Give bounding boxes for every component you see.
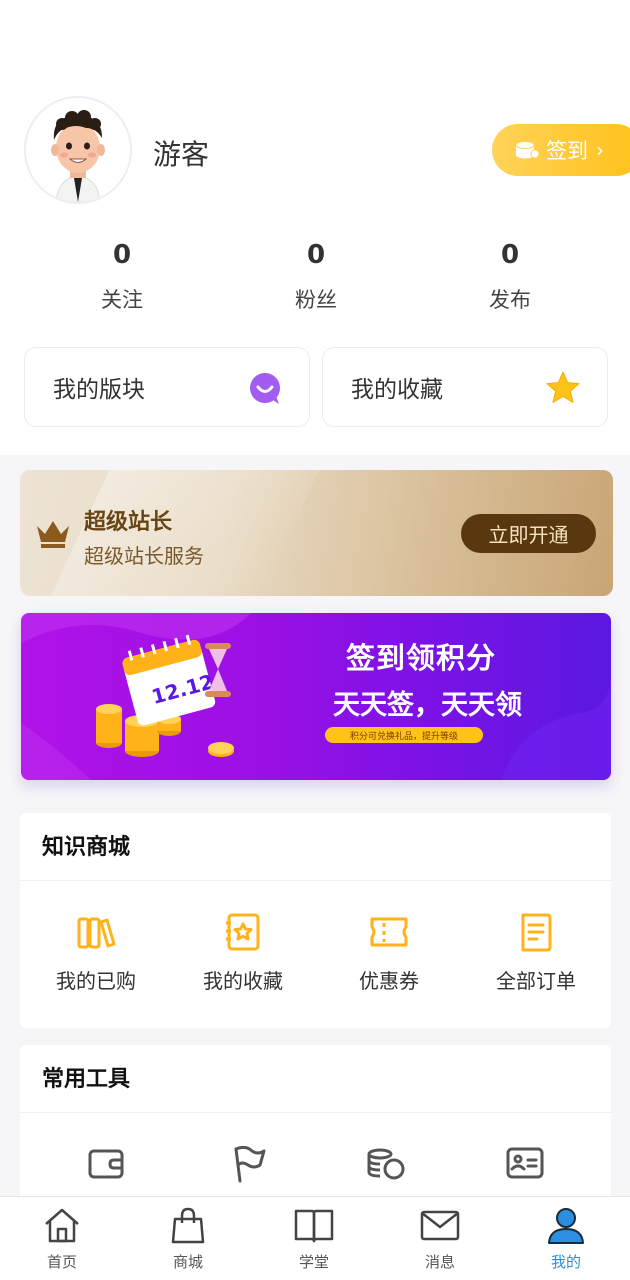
- avatar-illustration: [26, 98, 130, 202]
- signin-label: 签到: [546, 139, 588, 163]
- order-list-icon: [521, 913, 552, 952]
- banner-title: 签到领积分: [346, 641, 497, 675]
- tab-label: 消息: [424, 1253, 455, 1271]
- signin-points-banner[interactable]: 12.12 签到领积分 天天签，天天领 积分可兑换礼品，提升等级: [21, 613, 611, 780]
- tab-label: 首页: [46, 1253, 77, 1271]
- shopping-bag-icon: [171, 1207, 205, 1244]
- wallet-tool[interactable]: [42, 1143, 172, 1185]
- crown-icon: [37, 521, 69, 548]
- tab-label: 商城: [172, 1253, 203, 1271]
- books-icon: [77, 917, 116, 949]
- star-icon: [546, 371, 580, 403]
- tab-academy[interactable]: 学堂: [274, 1205, 354, 1272]
- stat-value: 0: [500, 240, 520, 270]
- tab-home[interactable]: 首页: [22, 1205, 102, 1272]
- tab-label: 我的: [550, 1253, 581, 1271]
- favorite-notebook-icon: [226, 913, 260, 951]
- item-label: 优惠券: [359, 969, 419, 993]
- stat-posts[interactable]: 0 发布: [450, 240, 570, 314]
- banner-slogan: 天天签，天天领: [333, 690, 522, 721]
- stat-following[interactable]: 0 关注: [62, 240, 182, 314]
- my-boards-label: 我的版块: [53, 377, 145, 403]
- stat-followers[interactable]: 0 粉丝: [256, 240, 376, 314]
- all-orders-item[interactable]: 全部订单: [471, 911, 601, 994]
- book-icon: [294, 1209, 334, 1243]
- chat-bubble-icon: [250, 373, 280, 404]
- stat-value: 0: [112, 240, 132, 270]
- coupon-icon: [370, 917, 408, 947]
- flag-tool[interactable]: [182, 1143, 312, 1185]
- coins-tool[interactable]: [320, 1143, 450, 1185]
- item-label: 我的收藏: [203, 969, 283, 993]
- knowledge-mall-section: 知识商城 我的已购 我的收藏 优惠券 全部订单: [20, 813, 611, 1028]
- banner-illustration: 12.12: [21, 613, 611, 780]
- tab-messages[interactable]: 消息: [400, 1205, 480, 1272]
- purchased-item[interactable]: 我的已购: [31, 911, 161, 994]
- user-icon: [548, 1208, 584, 1244]
- flag-icon: [234, 1145, 266, 1183]
- id-card-icon: [506, 1147, 544, 1179]
- username: 游客: [153, 138, 210, 171]
- calendar-illustration: 12.12: [122, 634, 216, 726]
- signin-button[interactable]: 签到 ›: [492, 124, 630, 176]
- stat-value: 0: [306, 240, 326, 270]
- avatar[interactable]: [24, 96, 132, 204]
- tab-label: 学堂: [298, 1253, 329, 1271]
- stat-label: 粉丝: [295, 288, 337, 312]
- tab-me[interactable]: 我的: [526, 1205, 606, 1272]
- chevron-right-icon: ›: [596, 138, 604, 162]
- item-label: 全部订单: [496, 969, 576, 993]
- stat-label: 发布: [489, 288, 531, 312]
- my-boards-card[interactable]: 我的版块: [24, 347, 310, 427]
- my-favorites-card[interactable]: 我的收藏: [322, 347, 608, 427]
- banner-note: 积分可兑换礼品，提升等级: [325, 727, 483, 743]
- stat-label: 关注: [101, 288, 143, 312]
- section-title: 常用工具: [20, 1045, 611, 1113]
- wallet-icon: [88, 1149, 124, 1179]
- activate-now-button[interactable]: 立即开通: [461, 514, 596, 553]
- super-admin-card[interactable]: 超级站长 超级站长服务 立即开通: [20, 470, 613, 596]
- super-admin-title: 超级站长: [84, 510, 173, 535]
- section-title: 知识商城: [20, 813, 611, 881]
- collection-item[interactable]: 我的收藏: [178, 911, 308, 994]
- super-admin-subtitle: 超级站长服务: [84, 544, 204, 568]
- mail-icon: [420, 1210, 460, 1241]
- bottom-tab-bar: 首页 商城 学堂 消息 我的: [0, 1196, 630, 1280]
- my-favorites-label: 我的收藏: [351, 377, 443, 403]
- coins-icon: [367, 1148, 405, 1180]
- coin-stack-icon: [515, 141, 540, 159]
- home-icon: [45, 1208, 79, 1243]
- id-card-tool[interactable]: [460, 1143, 590, 1185]
- coupon-item[interactable]: 优惠券: [324, 911, 454, 994]
- item-label: 我的已购: [56, 969, 136, 993]
- tab-mall[interactable]: 商城: [148, 1205, 228, 1272]
